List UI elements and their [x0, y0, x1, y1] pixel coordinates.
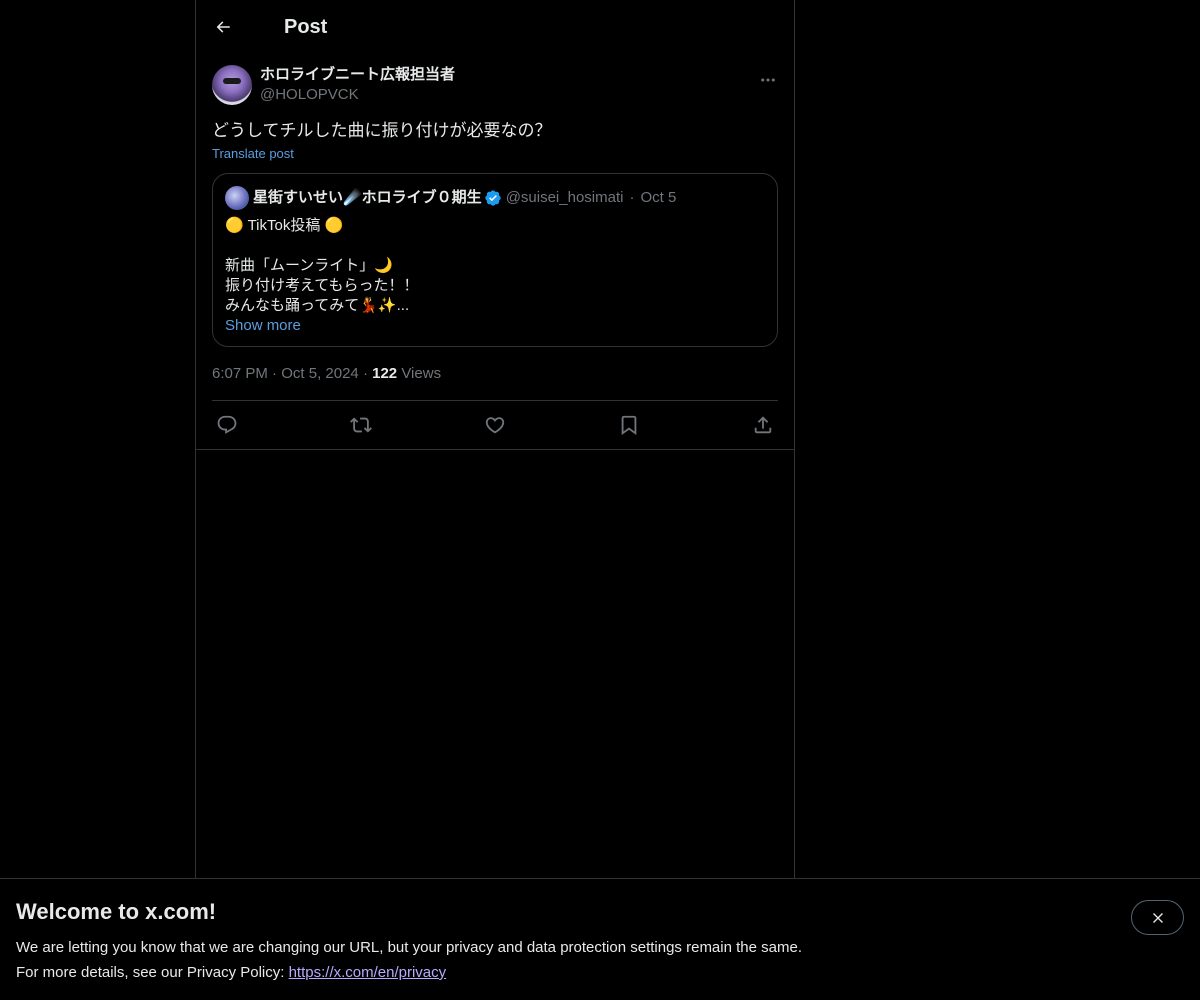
welcome-banner: Welcome to x.com! We are letting you kno… [0, 878, 1200, 1000]
separator-dot: · [629, 189, 635, 206]
translate-post-link[interactable]: Translate post [196, 143, 794, 163]
bookmark-icon [621, 415, 637, 436]
post-meta: 6:07 PM · Oct 5, 2024 · 122 Views [212, 347, 778, 401]
quoted-post-header: 星街すいせい☄️ホロライブ０期生 @suisei_hosimati · Oct … [225, 186, 765, 210]
reply-button[interactable] [216, 414, 238, 436]
separator-dot: · [272, 365, 282, 382]
like-icon [485, 417, 505, 434]
banner-line2: For more details, see our Privacy Policy… [16, 960, 1184, 985]
page-title: Post [284, 15, 328, 38]
verified-badge-icon [484, 189, 502, 207]
post-time[interactable]: 6:07 PM [212, 365, 268, 382]
views-count: 122 [372, 365, 398, 382]
back-button[interactable] [212, 16, 234, 38]
show-more-link[interactable]: Show more [225, 316, 765, 336]
author-names: ホロライブニート広報担当者 @HOLOPVCK [260, 65, 455, 105]
author-display-name[interactable]: ホロライブニート広報担当者 [260, 65, 455, 85]
share-icon [754, 416, 772, 434]
views-label: Views [401, 365, 442, 382]
like-button[interactable] [484, 414, 506, 436]
bookmark-button[interactable] [618, 414, 640, 436]
quoted-date: Oct 5 [640, 189, 677, 206]
share-button[interactable] [752, 414, 774, 436]
banner-line2-prefix: For more details, see our Privacy Policy… [16, 964, 289, 981]
more-options-button[interactable] [758, 70, 778, 90]
author-handle[interactable]: @HOLOPVCK [260, 85, 455, 105]
quoted-post[interactable]: 星街すいせい☄️ホロライブ０期生 @suisei_hosimati · Oct … [212, 173, 778, 347]
more-icon [761, 78, 775, 82]
page-header: Post [196, 0, 794, 54]
arrow-left-icon [216, 21, 230, 33]
quoted-display-name: 星街すいせい☄️ホロライブ０期生 [253, 189, 482, 206]
avatar[interactable] [212, 65, 252, 105]
actions-container [196, 401, 794, 450]
banner-title: Welcome to x.com! [16, 899, 217, 924]
quoted-avatar [225, 186, 249, 210]
show-more-label: Show more [225, 317, 301, 334]
translate-post-label: Translate post [212, 146, 294, 161]
post-author: ホロライブニート広報担当者 @HOLOPVCK [196, 54, 794, 105]
post-text: どうしてチルした曲に振り付けが必要なの？ [212, 121, 552, 140]
repost-button[interactable] [350, 414, 372, 436]
quoted-line1: 🟡 TikTok投稿 🟡 [225, 217, 344, 234]
separator-dot: · [362, 365, 373, 382]
repost-icon [350, 417, 372, 433]
banner-line1: We are letting you know that we are chan… [16, 939, 802, 956]
close-icon [1152, 912, 1163, 923]
reply-icon [217, 415, 237, 434]
post-date[interactable]: Oct 5, 2024 [281, 365, 359, 382]
actions-bar [212, 401, 778, 449]
close-banner-button[interactable] [1131, 900, 1184, 935]
privacy-policy-link[interactable]: https://x.com/en/privacy [289, 964, 447, 981]
quoted-body: 新曲「ムーンライト」🌙 振り付け考えてもらった！！ みんなも踊ってみて💃✨... [225, 257, 419, 314]
quoted-handle: @suisei_hosimati [505, 189, 624, 206]
primary-column: Post ホロライブニート広報担当者 @HOLOPVCK どうしてチルした曲に振… [195, 0, 795, 880]
